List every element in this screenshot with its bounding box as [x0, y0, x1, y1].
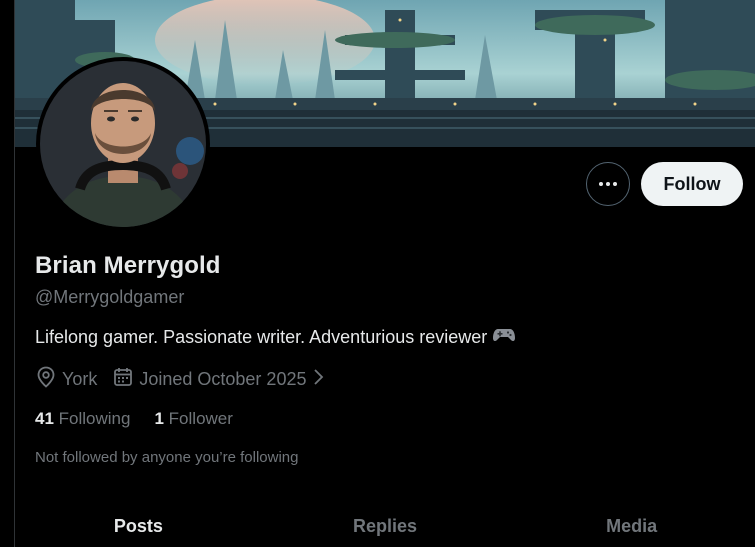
- followers-stat[interactable]: 1 Follower: [154, 409, 232, 429]
- join-date[interactable]: Joined October 2025: [113, 367, 324, 392]
- follow-stats: 41 Following 1 Follower: [35, 409, 233, 429]
- location: York: [36, 366, 97, 393]
- followers-label: Follower: [168, 409, 233, 428]
- bio: Lifelong gamer. Passionate writer. Adven…: [35, 327, 516, 348]
- more-options-button[interactable]: [586, 162, 630, 206]
- avatar-photo: [40, 61, 206, 227]
- following-stat[interactable]: 41 Following: [35, 409, 130, 429]
- tab-posts[interactable]: Posts: [15, 500, 262, 547]
- follow-button[interactable]: Follow: [641, 162, 743, 206]
- tab-replies[interactable]: Replies: [262, 500, 509, 547]
- location-pin-icon: [36, 366, 56, 393]
- display-name: Brian Merrygold: [35, 252, 221, 279]
- chevron-right-icon: [312, 368, 324, 391]
- join-date-text: Joined October 2025: [139, 368, 307, 389]
- calendar-icon: [113, 367, 133, 392]
- followers-count: 1: [154, 409, 164, 428]
- mutual-followers-note: Not followed by anyone you’re following: [35, 449, 299, 466]
- gamepad-icon: [493, 327, 516, 348]
- location-text: York: [62, 368, 98, 389]
- profile-page: Follow Brian Merrygold @Merrygoldgamer L…: [0, 0, 755, 547]
- following-label: Following: [58, 409, 131, 428]
- following-count: 41: [35, 409, 54, 428]
- profile-meta: York Joined October 2025: [36, 366, 324, 392]
- user-handle: @Merrygoldgamer: [35, 287, 185, 307]
- tab-media[interactable]: Media: [508, 500, 755, 547]
- more-horizontal-icon: [599, 182, 617, 186]
- bio-text: Lifelong gamer. Passionate writer. Adven…: [35, 327, 488, 347]
- profile-tabs: Posts Replies Media: [15, 500, 755, 547]
- avatar[interactable]: [36, 57, 210, 231]
